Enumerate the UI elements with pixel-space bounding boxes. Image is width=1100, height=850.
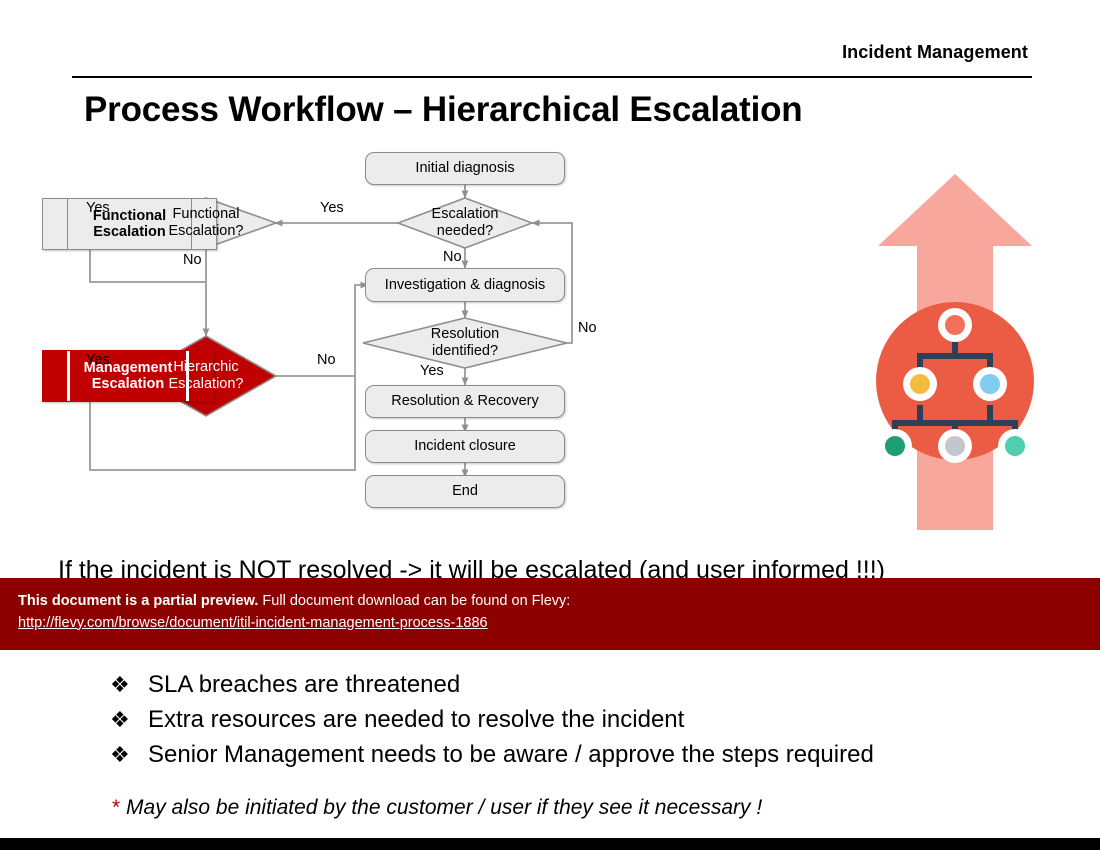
diamond-bullet-icon: ❖ — [110, 741, 130, 767]
node-investigation-diagnosis-label: Investigation & diagnosis — [384, 276, 546, 293]
bullet-list: ❖ SLA breaches are threatened ❖ Extra re… — [110, 671, 1010, 777]
edge-label-escalation-needed-no: No — [443, 249, 462, 265]
bottom-bar — [0, 838, 1100, 850]
list-item-label: Extra resources are needed to resolve th… — [148, 705, 685, 733]
preview-banner: This document is a partial preview. Full… — [0, 578, 1100, 650]
list-item: ❖ Extra resources are needed to resolve … — [110, 705, 1010, 734]
node-management-escalation[interactable]: Management Escalation — [42, 350, 214, 402]
node-initial-diagnosis[interactable]: Initial diagnosis — [365, 152, 565, 185]
node-incident-closure-label: Incident closure — [414, 438, 516, 455]
node-resolution-recovery[interactable]: Resolution & Recovery — [365, 385, 565, 418]
footnote-label: May also be initiated by the customer / … — [126, 796, 763, 819]
footnote-asterisk: * — [112, 796, 121, 819]
header-divider — [72, 76, 1032, 78]
node-management-escalation-line2: Escalation — [91, 376, 165, 392]
footnote: * May also be initiated by the customer … — [112, 796, 762, 820]
list-item: ❖ Senior Management needs to be aware / … — [110, 740, 1010, 769]
node-resolution-recovery-label: Resolution & Recovery — [391, 393, 539, 410]
node-end-label: End — [452, 483, 478, 500]
list-item-label: SLA breaches are threatened — [148, 671, 461, 698]
diamond-bullet-icon: ❖ — [110, 672, 130, 697]
slide-canvas: Incident Management Process Workflow – H… — [0, 0, 1100, 850]
node-initial-diagnosis-label: Initial diagnosis — [415, 160, 515, 177]
page-title: Process Workflow – Hierarchical Escalati… — [84, 90, 803, 129]
list-item: ❖ SLA breaches are threatened — [110, 671, 1010, 699]
node-incident-closure[interactable]: Incident closure — [365, 430, 565, 463]
node-end[interactable]: End — [365, 475, 565, 508]
decision-escalation-needed-shape — [395, 197, 535, 249]
escalation-illustration — [860, 168, 1050, 536]
edge-label-hierarchic-yes: Yes — [86, 352, 110, 368]
edge-label-resolution-no: No — [578, 320, 597, 336]
edge-label-functional-yes: Yes — [86, 200, 110, 216]
node-investigation-diagnosis[interactable]: Investigation & diagnosis — [365, 268, 565, 302]
edge-label-functional-no: No — [183, 252, 202, 268]
process-flowchart: Initial diagnosis Investigation & diagno… — [0, 140, 800, 540]
edge-label-hierarchic-no: No — [317, 352, 336, 368]
decision-resolution-identified-shape — [362, 317, 568, 369]
list-item-label: Senior Management needs to be aware / ap… — [148, 740, 874, 768]
node-functional-escalation[interactable]: Functional Escalation — [42, 198, 217, 250]
preview-banner-strong: This document is a partial preview. — [18, 593, 259, 609]
preview-banner-link[interactable]: http://flevy.com/browse/document/itil-in… — [18, 615, 488, 631]
header-label: Incident Management — [842, 42, 1028, 62]
diamond-bullet-icon: ❖ — [110, 706, 130, 732]
preview-banner-text: Full document download can be found on F… — [262, 593, 571, 609]
edge-label-escalation-needed-yes: Yes — [320, 200, 344, 216]
edge-label-resolution-yes: Yes — [420, 363, 444, 379]
node-functional-escalation-line2: Escalation — [93, 224, 166, 240]
